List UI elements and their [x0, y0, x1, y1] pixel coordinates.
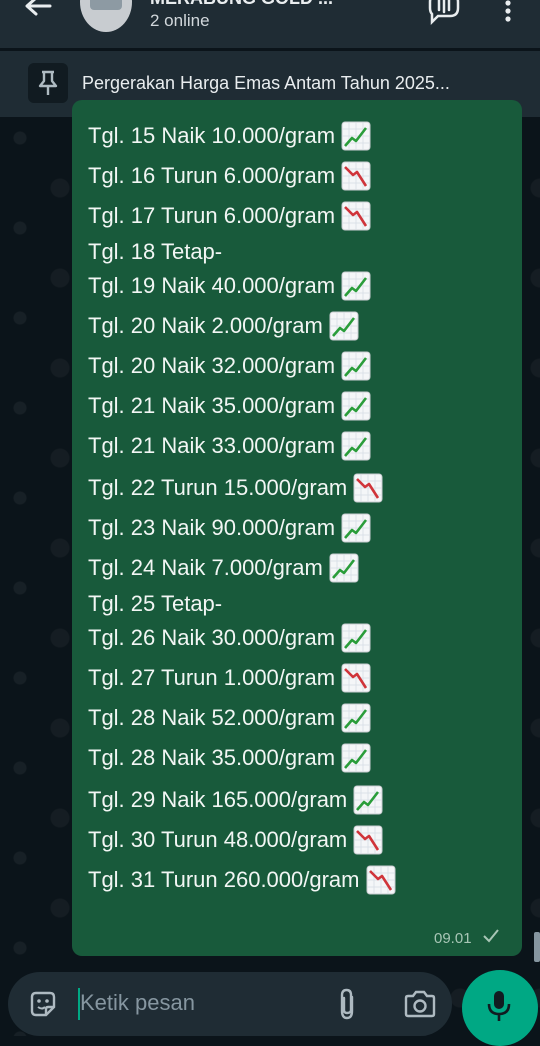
message-line-text: Tgl. 20 Naik 32.000/gram: [88, 353, 336, 378]
chart-decreasing-icon: [341, 201, 371, 231]
chart-increasing-icon: [341, 121, 371, 151]
message-line: Tgl. 15 Naik 10.000/gram: [88, 116, 371, 156]
chart-decreasing-icon: [353, 825, 383, 855]
message-line-text: Tgl. 28 Naik 52.000/gram: [88, 705, 336, 730]
chart-increasing-icon: [341, 431, 371, 461]
message-line-text: Tgl. 20 Naik 2.000/gram: [88, 313, 323, 338]
message-line: Tgl. 27 Turun 1.000/gram: [88, 658, 371, 698]
message-line: Tgl. 29 Naik 165.000/gram: [88, 780, 383, 820]
message-line: Tgl. 28 Naik 35.000/gram: [88, 738, 371, 778]
message-line: Tgl. 17 Turun 6.000/gram: [88, 196, 371, 236]
chart-increasing-icon: [341, 391, 371, 421]
message-line-text: Tgl. 23 Naik 90.000/gram: [88, 515, 336, 540]
message-line-text: Tgl. 24 Naik 7.000/gram: [88, 555, 323, 580]
chart-increasing-icon: [341, 513, 371, 543]
chart-increasing-icon: [341, 743, 371, 773]
chart-decreasing-icon: [341, 663, 371, 693]
chart-increasing-icon: [341, 623, 371, 653]
microphone-icon[interactable]: [486, 989, 512, 1023]
sticker-icon[interactable]: [28, 989, 58, 1019]
message-line: Tgl. 24 Naik 7.000/gram: [88, 548, 359, 588]
chat-subtitle: 2 online: [150, 11, 210, 30]
message-line-text: Tgl. 16 Turun 6.000/gram: [88, 163, 336, 188]
message-line: Tgl. 31 Turun 260.000/gram: [88, 860, 396, 900]
message-line: Tgl. 28 Naik 52.000/gram: [88, 698, 371, 738]
message-line-text: Tgl. 22 Turun 15.000/gram: [88, 475, 348, 500]
chat-header: MERABUNG GOLD ... 2 online: [0, 0, 540, 48]
chart-increasing-icon: [341, 271, 371, 301]
message-line: Tgl. 16 Turun 6.000/gram: [88, 156, 371, 196]
chart-increasing-icon: [341, 351, 371, 381]
message-line-text: Tgl. 21 Naik 35.000/gram: [88, 393, 336, 418]
message-time: 09.01: [434, 930, 472, 947]
message-line-text: Tgl. 21 Naik 33.000/gram: [88, 433, 336, 458]
message-line: Tgl. 22 Turun 15.000/gram: [88, 468, 383, 508]
message-input[interactable]: Ketik pesan: [80, 990, 195, 1016]
message-line-text: Tgl. 29 Naik 165.000/gram: [88, 787, 348, 812]
message-line: Tgl. 19 Naik 40.000/gram: [88, 266, 371, 306]
chart-decreasing-icon: [353, 473, 383, 503]
message-line-text: Tgl. 18 Tetap-: [88, 239, 223, 264]
message-line-text: Tgl. 26 Naik 30.000/gram: [88, 625, 336, 650]
chart-increasing-icon: [353, 785, 383, 815]
message-line-text: Tgl. 19 Naik 40.000/gram: [88, 273, 336, 298]
pin-icon: [28, 63, 68, 103]
message-line-text: Tgl. 15 Naik 10.000/gram: [88, 123, 336, 148]
chart-increasing-icon: [329, 311, 359, 341]
message-line: Tgl. 26 Naik 30.000/gram: [88, 618, 371, 658]
single-check-icon: [483, 929, 499, 943]
group-avatar[interactable]: [80, 0, 132, 32]
message-line-text: Tgl. 27 Turun 1.000/gram: [88, 665, 336, 690]
more-options-icon[interactable]: [504, 0, 512, 22]
chart-decreasing-icon: [341, 161, 371, 191]
message-line: Tgl. 30 Turun 48.000/gram: [88, 820, 383, 860]
message-line: Tgl. 20 Naik 2.000/gram: [88, 306, 359, 346]
chart-increasing-icon: [329, 553, 359, 583]
pinned-message-text: Pergerakan Harga Emas Antam Tahun 2025..…: [82, 73, 450, 93]
voice-chat-icon[interactable]: [426, 0, 460, 26]
message-line-text: Tgl. 25 Tetap-: [88, 591, 223, 616]
chart-increasing-icon: [341, 703, 371, 733]
scrollbar[interactable]: [534, 932, 540, 962]
message-line-text: Tgl. 30 Turun 48.000/gram: [88, 827, 348, 852]
message-line-text: Tgl. 28 Naik 35.000/gram: [88, 745, 336, 770]
message-line: Tgl. 21 Naik 35.000/gram: [88, 386, 371, 426]
chat-title[interactable]: MERABUNG GOLD ...: [150, 0, 400, 9]
message-line: Tgl. 23 Naik 90.000/gram: [88, 508, 371, 548]
chart-decreasing-icon: [366, 865, 395, 895]
back-arrow-icon[interactable]: [22, 0, 52, 24]
message-line-text: Tgl. 31 Turun 260.000/gram: [88, 867, 360, 892]
camera-icon[interactable]: [403, 990, 437, 1018]
message-input-bar[interactable]: [8, 972, 452, 1036]
message-line-text: Tgl. 17 Turun 6.000/gram: [88, 203, 336, 228]
paperclip-icon[interactable]: [336, 987, 358, 1021]
message-line: Tgl. 21 Naik 33.000/gram: [88, 426, 371, 466]
message-line: Tgl. 20 Naik 32.000/gram: [88, 346, 371, 386]
